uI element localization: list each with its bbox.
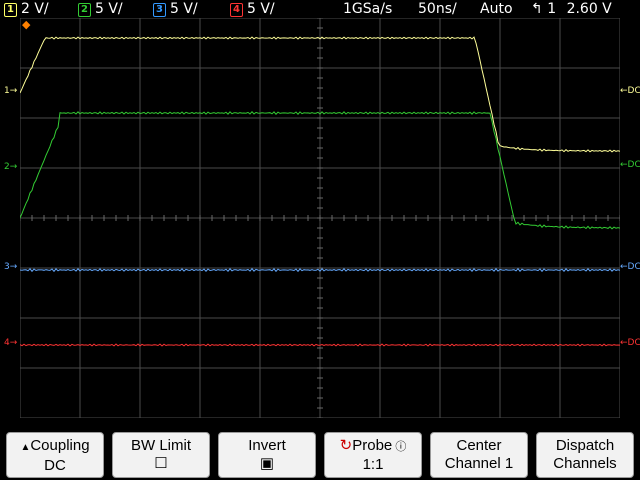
sample-rate: 1GSa/s bbox=[343, 1, 393, 17]
status-bar: 12 V/ 25 V/ 35 V/ 45 V/ 1GSa/s 50ns/ Aut… bbox=[0, 0, 640, 18]
bw-limit-softkey[interactable]: BW Limit ☐ bbox=[112, 432, 210, 478]
coupling-softkey[interactable]: ▲Coupling DC bbox=[6, 432, 104, 478]
ch2-ground-marker[interactable]: 2→ bbox=[4, 162, 17, 172]
refresh-icon: ↻ bbox=[339, 437, 353, 454]
trigger-info[interactable]: ↰ 1 2.60 V bbox=[531, 0, 612, 18]
ch4-scale[interactable]: 45 V/ bbox=[230, 0, 275, 18]
time-scale[interactable]: 50ns/ bbox=[418, 0, 457, 18]
ch1-scale[interactable]: 12 V/ bbox=[4, 0, 49, 18]
softkey-bar: ▲Coupling DC BW Limit ☐ Invert ▣ ↻Probe … bbox=[0, 430, 640, 480]
ch1-badge: 1 bbox=[4, 3, 17, 17]
graticule bbox=[19, 17, 621, 419]
ch2-badge: 2 bbox=[78, 3, 91, 17]
ch3-badge: 3 bbox=[153, 3, 166, 17]
waveform-display[interactable] bbox=[19, 17, 621, 419]
ch4-ground-marker[interactable]: 4→ bbox=[4, 338, 17, 348]
checkbox-icon: ☐ bbox=[154, 455, 168, 472]
ch2-scale[interactable]: 25 V/ bbox=[78, 0, 123, 18]
up-arrow-icon: ▲ bbox=[20, 442, 31, 453]
ch3-dc-marker: ←DC bbox=[620, 262, 640, 272]
probe-softkey[interactable]: ↻Probe ⓘ 1:1 bbox=[324, 432, 422, 478]
trigger-source: 1 bbox=[547, 1, 557, 17]
trigger-mode[interactable]: Auto bbox=[480, 0, 513, 18]
invert-softkey[interactable]: Invert ▣ bbox=[218, 432, 316, 478]
ch1-dc-marker: ←DC bbox=[620, 86, 640, 96]
ch3-scale[interactable]: 35 V/ bbox=[153, 0, 198, 18]
dispatch-channels-softkey[interactable]: Dispatch Channels bbox=[536, 432, 634, 478]
ch4-badge: 4 bbox=[230, 3, 243, 17]
center-channel-softkey[interactable]: Center Channel 1 bbox=[430, 432, 528, 478]
checkbox-checked-icon: ▣ bbox=[259, 455, 275, 472]
ch3-ground-marker[interactable]: 3→ bbox=[4, 262, 17, 272]
trigger-position-icon[interactable]: ◆ bbox=[22, 18, 30, 31]
ch1-ground-marker[interactable]: 1→ bbox=[4, 86, 17, 96]
trigger-edge-icon: ↰ bbox=[531, 1, 543, 17]
ch2-dc-marker: ←DC bbox=[620, 160, 640, 170]
ch4-dc-marker: ←DC bbox=[620, 338, 640, 348]
info-icon: ⓘ bbox=[392, 441, 407, 453]
trigger-level: 2.60 V bbox=[566, 1, 612, 17]
